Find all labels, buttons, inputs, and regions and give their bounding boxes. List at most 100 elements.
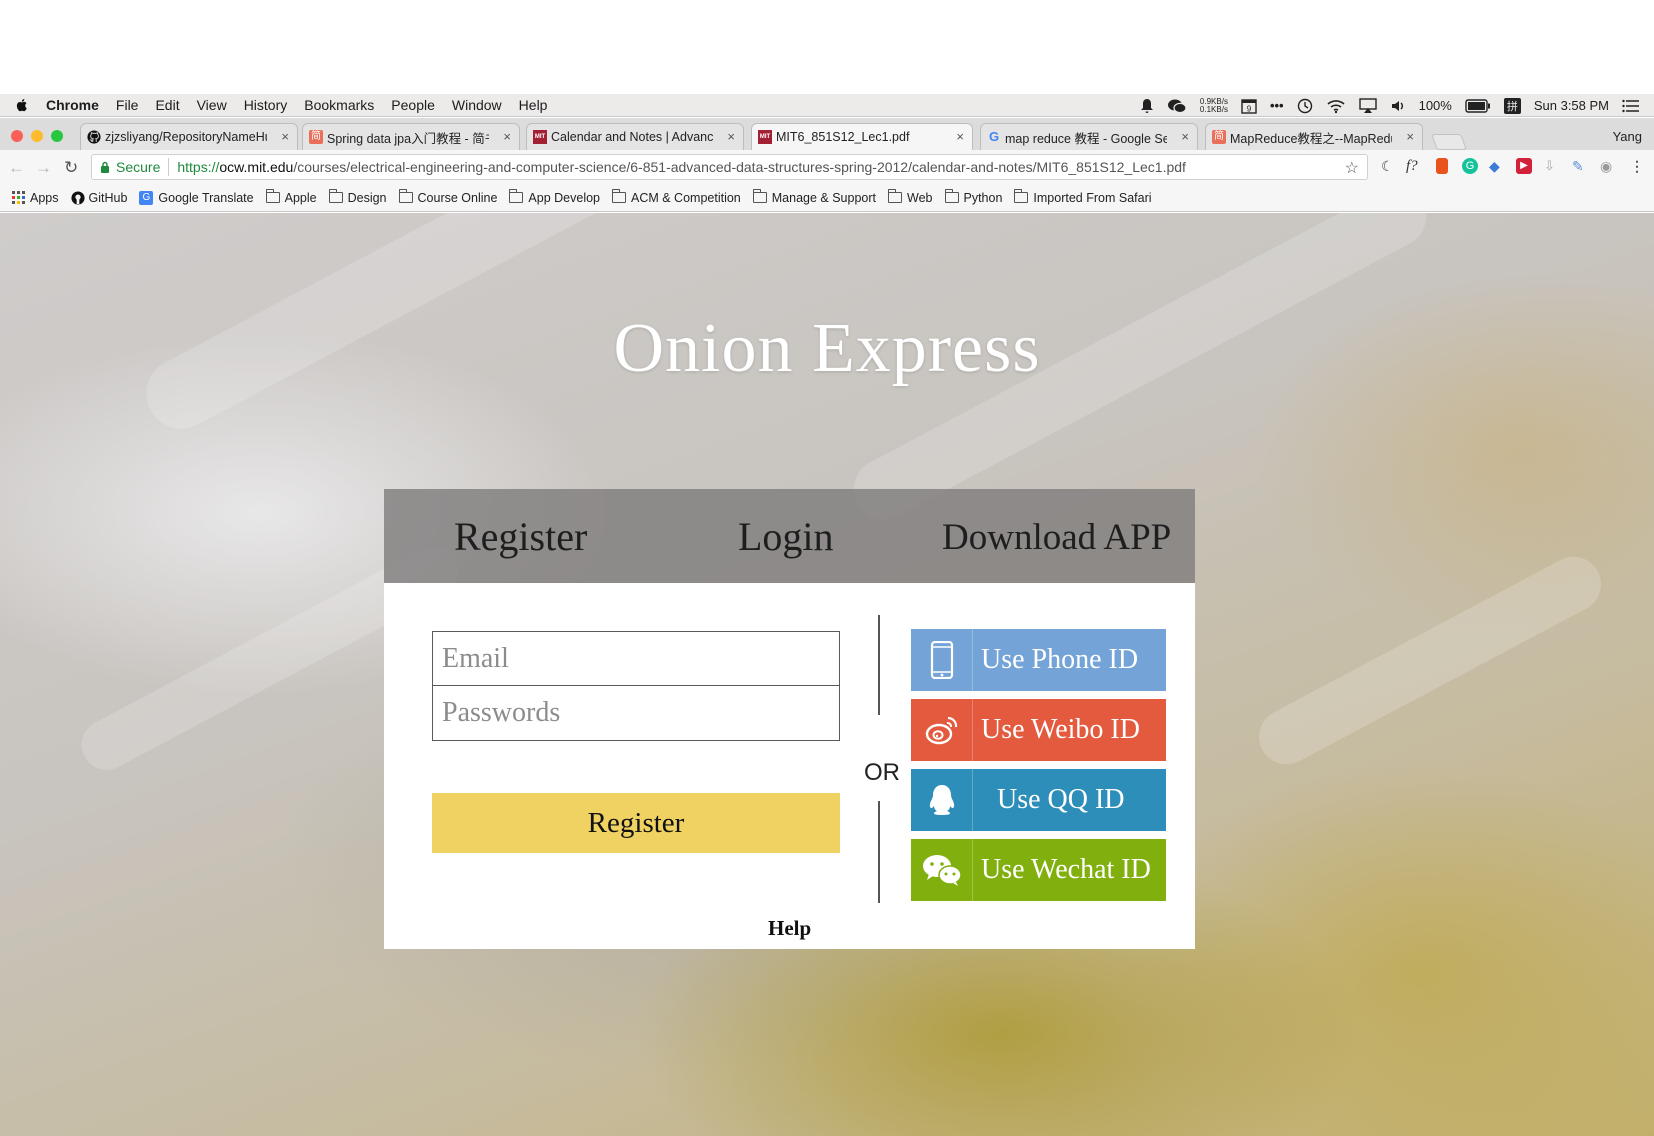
input-method-icon[interactable]: 拼 <box>1503 97 1521 114</box>
menubar-status-area: 0.9KB/s 0.1KB/s 9 ••• 100% 拼 Sun 3:58 PM <box>1140 94 1640 117</box>
nav-download-app-tab[interactable]: Download APP <box>942 516 1171 559</box>
menu-people[interactable]: People <box>391 97 435 113</box>
jianshu-icon: 简 <box>309 130 323 144</box>
folder-icon <box>328 189 343 203</box>
night-mode-extension-icon[interactable]: ☾ <box>1381 158 1397 174</box>
social-label: Use Wechat ID <box>981 854 1151 885</box>
menu-view[interactable]: View <box>197 97 227 113</box>
forward-arrow-icon[interactable]: → <box>35 158 52 178</box>
menu-history[interactable]: History <box>244 97 288 113</box>
download-extension-icon[interactable]: ⇩ <box>1544 158 1560 174</box>
bookmark-label: Imported From Safari <box>1033 190 1152 205</box>
menu-app-chrome[interactable]: Chrome <box>46 97 99 113</box>
formula-extension-icon[interactable]: f? <box>1406 158 1422 174</box>
tab-close-icon[interactable]: × <box>727 129 735 144</box>
tab-mit-lec1-pdf[interactable]: MIT MIT6_851S12_Lec1.pdf × <box>751 123 973 150</box>
nav-login-tab[interactable]: Login <box>738 513 834 560</box>
browser-tab-strip: zjzsliyang/RepositoryNameHub × 简 Spring … <box>0 118 1654 150</box>
notification-center-icon[interactable] <box>1622 99 1640 113</box>
bookmark-label: Design <box>347 190 387 205</box>
bookmark-google-translate[interactable]: G Google Translate <box>139 190 254 205</box>
github-icon <box>87 130 101 144</box>
minimize-window-button[interactable] <box>31 130 43 142</box>
use-qq-id-button[interactable]: Use QQ ID <box>911 769 1166 831</box>
tab-title: Calendar and Notes | Advanced <box>551 130 713 144</box>
clock[interactable]: Sun 3:58 PM <box>1534 98 1609 113</box>
menu-window[interactable]: Window <box>452 97 502 113</box>
tab-google-search[interactable]: G map reduce 教程 - Google Search × <box>980 123 1198 150</box>
bookmark-apps[interactable]: Apps <box>12 191 59 205</box>
email-field[interactable] <box>432 631 840 687</box>
screen: Chrome File Edit View History Bookmarks … <box>0 0 1654 1136</box>
tab-close-icon[interactable]: × <box>1181 129 1189 144</box>
calendar-tray-icon[interactable]: 9 <box>1241 98 1257 114</box>
grammarly-extension-icon[interactable]: G <box>1462 158 1478 174</box>
airplay-icon[interactable] <box>1358 97 1377 114</box>
bookmark-folder-apple[interactable]: Apple <box>265 189 317 205</box>
bookmark-folder-design[interactable]: Design <box>328 189 387 205</box>
jianshu-icon: 简 <box>1212 130 1226 144</box>
office-extension-icon[interactable] <box>1436 158 1448 174</box>
bookmark-github[interactable]: GitHub <box>70 190 127 205</box>
more-dots-icon[interactable]: ••• <box>1270 98 1284 113</box>
tab-close-icon[interactable]: × <box>956 129 964 144</box>
mit-icon: MIT <box>533 130 547 144</box>
volume-icon[interactable] <box>1390 98 1406 114</box>
bookmark-label: Apple <box>284 190 317 205</box>
tab-calendar-notes[interactable]: MIT Calendar and Notes | Advanced × <box>526 123 744 150</box>
menu-bookmarks[interactable]: Bookmarks <box>304 97 374 113</box>
tab-close-icon[interactable]: × <box>503 129 511 144</box>
pen-extension-icon[interactable]: ✎ <box>1572 158 1588 174</box>
feedly-extension-icon[interactable]: ◆ <box>1489 158 1505 174</box>
github-icon <box>70 190 85 205</box>
wifi-icon[interactable] <box>1326 98 1346 114</box>
close-window-button[interactable] <box>11 130 23 142</box>
apple-icon[interactable] <box>14 97 30 113</box>
use-weibo-id-button[interactable]: Use Weibo ID <box>911 699 1166 761</box>
bookmark-folder-python[interactable]: Python <box>944 189 1002 205</box>
register-submit-button[interactable]: Register <box>432 793 840 853</box>
bookmark-folder-imported-safari[interactable]: Imported From Safari <box>1014 189 1152 205</box>
tab-close-icon[interactable]: × <box>1406 129 1414 144</box>
use-phone-id-button[interactable]: Use Phone ID <box>911 629 1166 691</box>
bookmark-folder-app-develop[interactable]: App Develop <box>509 189 600 205</box>
reload-icon[interactable]: ↻ <box>64 158 78 178</box>
chrome-menu-icon[interactable]: ⋮ <box>1630 158 1646 174</box>
tab-mapreduce[interactable]: 简 MapReduce教程之--MapReduce × <box>1205 123 1423 150</box>
wechat-tray-icon[interactable] <box>1167 98 1187 114</box>
password-field[interactable] <box>432 685 840 741</box>
menu-edit[interactable]: Edit <box>155 97 179 113</box>
bookmark-folder-acm[interactable]: ACM & Competition <box>612 189 741 205</box>
lock-icon <box>101 161 109 173</box>
bookmarks-bar: Apps GitHub G Google Translate Apple Des… <box>0 184 1654 212</box>
tab-github[interactable]: zjzsliyang/RepositoryNameHub × <box>80 123 298 150</box>
bookmark-star-icon[interactable]: ☆ <box>1345 158 1359 178</box>
qq-icon <box>911 769 973 831</box>
new-tab-button[interactable] <box>1431 134 1467 150</box>
time-machine-icon[interactable] <box>1297 98 1313 114</box>
profile-name[interactable]: Yang <box>1613 129 1642 144</box>
bookmark-folder-web[interactable]: Web <box>888 189 933 205</box>
eye-extension-icon[interactable]: ◉ <box>1600 158 1616 174</box>
help-link[interactable]: Help <box>768 916 811 941</box>
use-wechat-id-button[interactable]: Use Wechat ID <box>911 839 1166 901</box>
notification-bell-icon[interactable] <box>1140 98 1154 114</box>
tab-spring-data-jpa[interactable]: 简 Spring data jpa入门教程 - 简书 × <box>302 123 520 150</box>
divider-line-bottom <box>878 801 880 903</box>
bookmark-folder-manage-support[interactable]: Manage & Support <box>752 189 876 205</box>
folder-icon <box>752 189 767 203</box>
zoom-window-button[interactable] <box>51 130 63 142</box>
menu-file[interactable]: File <box>116 97 139 113</box>
bookmark-folder-course-online[interactable]: Course Online <box>398 189 497 205</box>
bookmark-label: Apps <box>30 190 59 205</box>
battery-icon[interactable] <box>1465 98 1491 113</box>
nav-register-tab[interactable]: Register <box>454 513 587 560</box>
back-arrow-icon[interactable]: ← <box>8 158 25 178</box>
tab-close-icon[interactable]: × <box>281 129 289 144</box>
menu-help[interactable]: Help <box>519 97 548 113</box>
url-text[interactable]: https://ocw.mit.edu/courses/electrical-e… <box>177 159 1186 175</box>
video-extension-icon[interactable]: ▶ <box>1516 158 1532 174</box>
address-bar[interactable]: Secure https://ocw.mit.edu/courses/elect… <box>91 154 1368 180</box>
url-host: ocw.mit.edu <box>219 159 294 175</box>
social-label: Use QQ ID <box>997 784 1125 815</box>
